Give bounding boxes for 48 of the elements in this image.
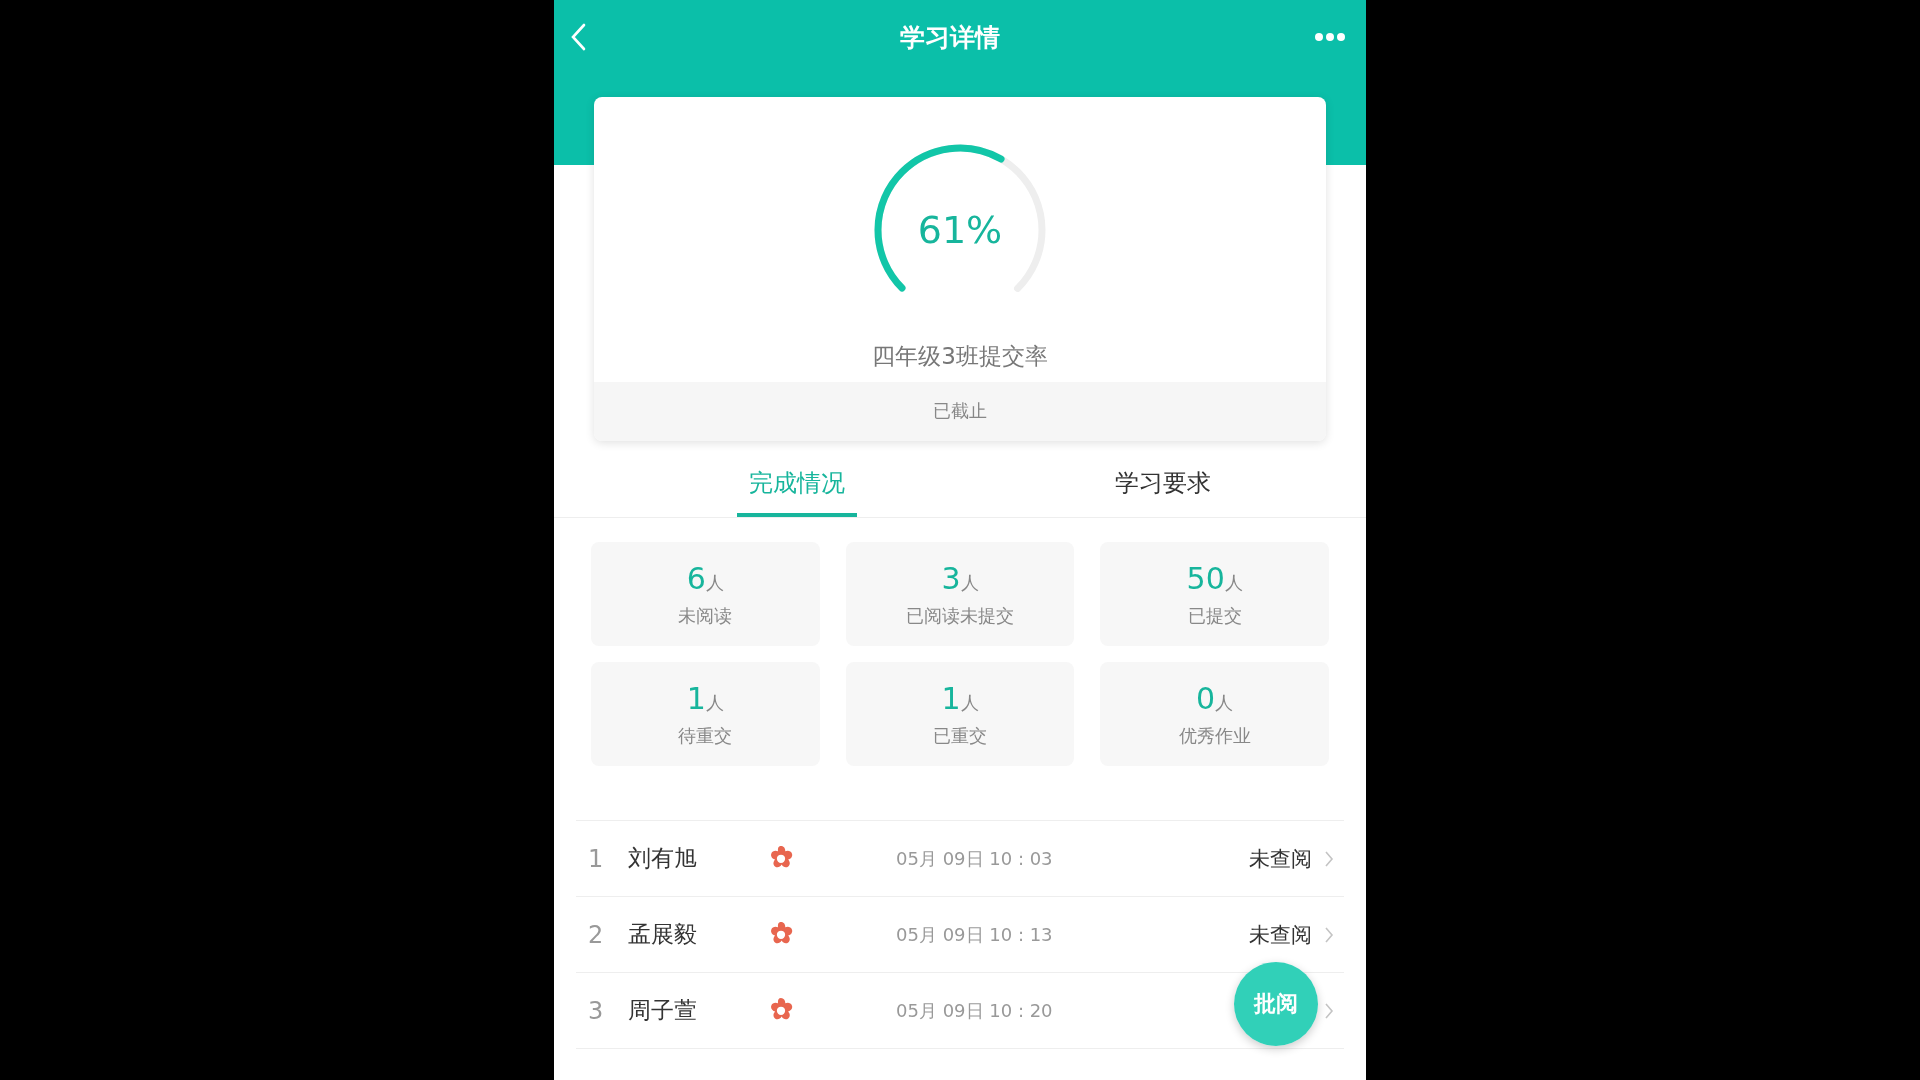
tab[interactable]: 完成情况 xyxy=(737,461,857,517)
stat-unit: 人 xyxy=(1215,691,1234,715)
stat-label: 已阅读未提交 xyxy=(906,603,1014,628)
stat-unit: 人 xyxy=(1224,571,1243,595)
stat-card[interactable]: 6人 未阅读 xyxy=(591,542,820,646)
stat-unit: 人 xyxy=(705,571,724,595)
chevron-icon xyxy=(1324,925,1334,944)
student-name: 周子萱 xyxy=(628,996,698,1025)
review-status: 未查阅 xyxy=(1249,921,1312,949)
stat-label: 优秀作业 xyxy=(1178,723,1251,748)
review-button[interactable]: 批阅 xyxy=(1234,962,1318,1046)
row-number: 2 xyxy=(587,920,605,949)
stat-label: 已提交 xyxy=(1187,603,1242,628)
submit-time: 05月 09日 10 : 03 xyxy=(896,846,1053,871)
stat-unit: 人 xyxy=(960,571,979,595)
progress-caption: 四年级3班提交率 xyxy=(872,342,1048,371)
chevron-icon xyxy=(1324,1001,1334,1020)
stat-card[interactable]: 1人 待重交 xyxy=(591,662,820,766)
stat-label: 待重交 xyxy=(678,723,733,748)
stat-card[interactable]: 1人 已重交 xyxy=(845,662,1075,766)
stat-card[interactable]: 50人 已提交 xyxy=(1100,542,1329,646)
stat-card[interactable]: 3人 已阅读未提交 xyxy=(845,542,1075,646)
stat-count: 1 xyxy=(686,680,706,716)
stat-count: 1 xyxy=(941,680,961,716)
stat-card[interactable]: 0人 优秀作业 xyxy=(1100,662,1329,766)
deadline-status: 已截止 xyxy=(594,382,1326,441)
student-name: 刘有旭 xyxy=(628,844,698,873)
stat-count: 6 xyxy=(686,560,706,596)
stat-count: 50 xyxy=(1186,560,1225,596)
progress-percent: 61% xyxy=(917,208,1003,252)
submit-time: 05月 09日 10 : 13 xyxy=(896,922,1053,947)
review-status: 未查阅 xyxy=(1249,845,1312,873)
stat-unit: 人 xyxy=(960,690,979,715)
row-number: 3 xyxy=(587,996,605,1025)
student-row[interactable]: 1 刘有旭 05月 09日 10 : 03 未查阅 xyxy=(576,821,1344,897)
tab[interactable]: 学习要求 xyxy=(1103,461,1223,517)
stat-label: 未阅读 xyxy=(678,603,733,628)
more-icon[interactable] xyxy=(1314,32,1346,42)
chevron-icon xyxy=(1324,849,1334,868)
page-title: 学习详情 xyxy=(900,21,1000,54)
stat-unit: 人 xyxy=(705,691,724,715)
student-name: 孟展毅 xyxy=(628,920,698,949)
stat-label: 已重交 xyxy=(933,723,987,748)
stat-count: 0 xyxy=(1196,680,1216,716)
back-icon[interactable] xyxy=(570,23,586,51)
stat-count: 3 xyxy=(941,560,961,596)
submit-time: 05月 09日 10 : 20 xyxy=(896,998,1053,1023)
row-number: 1 xyxy=(587,844,605,873)
